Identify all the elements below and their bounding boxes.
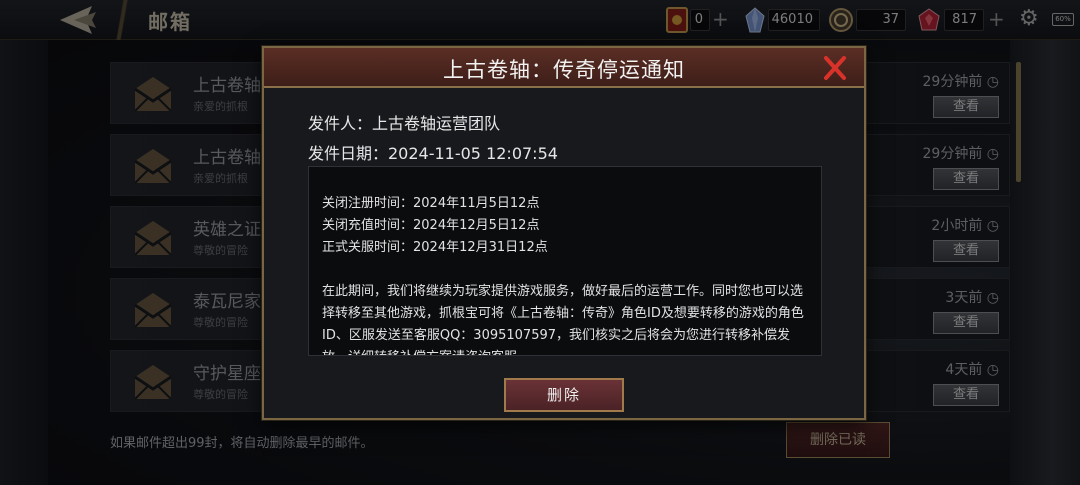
- close-button[interactable]: [816, 52, 854, 84]
- dialog-title: 上古卷轴：传奇停运通知: [443, 58, 685, 82]
- close-icon: [824, 56, 846, 80]
- content-line: 关闭充值时间：2024年12月5日12点: [322, 218, 540, 233]
- send-date-line: 发件日期：2024-11-05 12:07:54: [308, 144, 558, 163]
- content-paragraph: 在此期间，我们将继续为玩家提供游戏服务，做好最后的运营工作。同时您也可以选择转移…: [322, 284, 804, 355]
- mail-content: 关闭注册时间：2024年11月5日12点 关闭充值时间：2024年12月5日12…: [322, 193, 808, 355]
- content-line: 关闭注册时间：2024年11月5日12点: [322, 196, 540, 211]
- sender-line: 发件人：上古卷轴运营团队: [308, 114, 501, 133]
- content-line: 正式关服时间：2024年12月31日12点: [322, 240, 548, 255]
- mail-detail-dialog: 上古卷轴：传奇停运通知 发件人：上古卷轴运营团队 发件日期：2024-11-05…: [262, 46, 866, 420]
- mail-content-box[interactable]: 关闭注册时间：2024年11月5日12点 关闭充值时间：2024年12月5日12…: [308, 166, 822, 356]
- delete-button[interactable]: 删除: [504, 378, 624, 412]
- dialog-header: 上古卷轴：传奇停运通知: [264, 48, 864, 88]
